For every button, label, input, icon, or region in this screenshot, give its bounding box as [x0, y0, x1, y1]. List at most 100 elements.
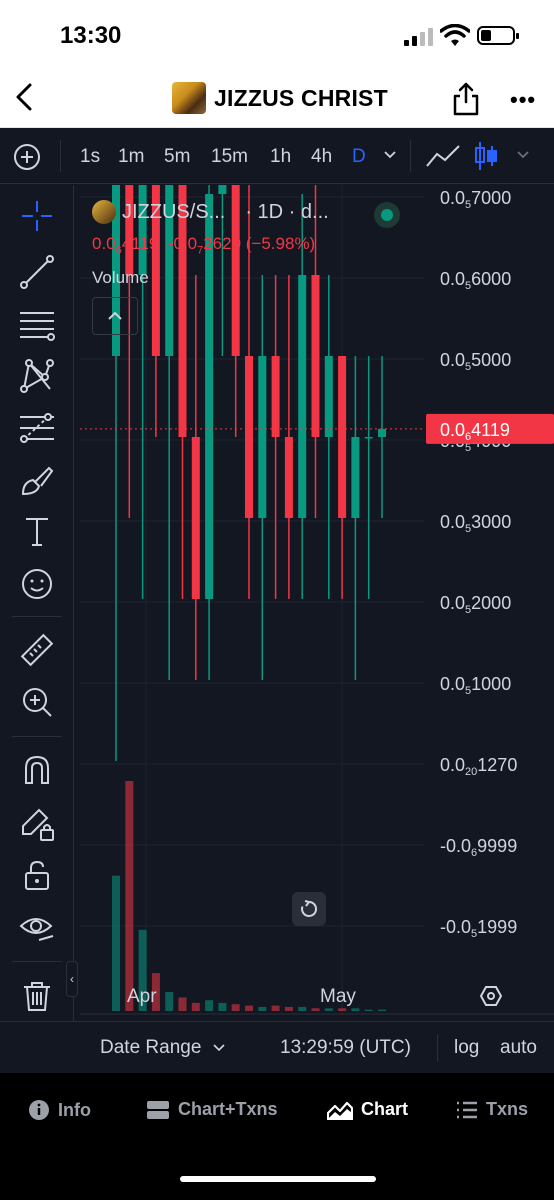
tab-chart[interactable]: Chart — [327, 1099, 408, 1120]
candle-body — [298, 275, 307, 518]
more-options-icon[interactable]: ••• — [510, 89, 536, 111]
reset-icon — [301, 900, 318, 917]
y-axis-label: 0.051000 — [440, 674, 511, 697]
legend-symbol[interactable]: JIZZUS/S... — [122, 201, 225, 224]
lock-drawings-tool[interactable] — [18, 805, 56, 843]
pencil-lock-icon — [22, 808, 54, 841]
candle-body — [324, 356, 333, 437]
bottom-separator — [437, 1034, 438, 1062]
y-axis-label: 0.056000 — [440, 269, 511, 292]
zoom-tool[interactable] — [18, 683, 56, 721]
chart-settings-icon[interactable] — [480, 985, 502, 1007]
brush-icon — [21, 466, 54, 496]
battery-icon — [477, 26, 519, 45]
toolbar-separator — [410, 140, 411, 172]
toolbar-separator — [12, 616, 62, 617]
pattern-icon — [20, 359, 54, 393]
text-icon — [26, 518, 48, 546]
reset-chart-button[interactable] — [292, 892, 326, 926]
trend-line-icon — [20, 255, 54, 289]
lock-tool[interactable] — [18, 857, 56, 895]
zoom-in-icon — [23, 688, 52, 717]
candle-body — [271, 356, 280, 437]
utc-clock[interactable]: 13:29:59 (UTC) — [280, 1037, 411, 1059]
volume-bar — [351, 1008, 360, 1011]
emoji-tool[interactable] — [18, 565, 56, 603]
interval-1s[interactable]: 1s — [80, 146, 100, 168]
ruler-tool[interactable] — [18, 631, 56, 669]
volume-bar — [284, 1006, 293, 1011]
volume-bar — [191, 1002, 200, 1011]
legend-price-change: 0.064119 -0.072620 (−5.98%) — [92, 234, 316, 257]
tab-info[interactable]: Info — [28, 1099, 91, 1121]
crosshair-tool[interactable] — [18, 197, 56, 235]
chart-bottom-bar: Date Range 13:29:59 (UTC) log auto — [0, 1021, 554, 1073]
interval-1m[interactable]: 1m — [118, 146, 144, 168]
volume-bar — [378, 1009, 386, 1011]
interval-1h[interactable]: 1h — [270, 146, 291, 168]
legend-collapse-button[interactable] — [92, 297, 138, 335]
split-view-icon — [147, 1100, 169, 1119]
wifi-icon — [440, 24, 470, 46]
share-icon[interactable] — [451, 82, 481, 116]
volume-bar — [245, 1005, 253, 1011]
tab-chart-txns[interactable]: Chart+Txns — [146, 1099, 278, 1120]
chevron-up-icon — [108, 311, 122, 320]
candles-chart-type-icon[interactable] — [474, 140, 498, 172]
text-tool[interactable] — [18, 513, 56, 551]
chevron-down-icon[interactable] — [516, 150, 530, 160]
trend-line-tool[interactable] — [18, 253, 56, 291]
back-arrow-icon[interactable] — [12, 82, 36, 112]
volume-bar — [205, 1000, 214, 1011]
tab-chart-label: Chart — [361, 1099, 409, 1119]
volume-bar — [165, 992, 174, 1011]
home-indicator — [180, 1176, 376, 1182]
delete-drawings-tool[interactable] — [18, 977, 56, 1015]
tab-chart-txns-label: Chart+Txns — [178, 1099, 278, 1119]
candle-body — [284, 437, 293, 518]
interval-d[interactable]: D — [352, 146, 366, 168]
status-time: 13:30 — [60, 22, 122, 49]
app-tab-bar: Info Chart+Txns Chart Txns — [0, 1073, 554, 1200]
hide-drawings-tool[interactable] — [18, 909, 56, 947]
magnet-tool[interactable] — [18, 751, 56, 789]
smiley-icon — [22, 569, 52, 599]
add-symbol-icon[interactable] — [13, 143, 41, 171]
ruler-icon — [20, 633, 54, 667]
area-chart-icon — [327, 1101, 353, 1120]
cellular-signal-icon — [404, 28, 434, 46]
auto-scale-toggle[interactable]: auto — [500, 1037, 537, 1059]
volume-bar — [258, 1006, 267, 1011]
tab-txns[interactable]: Txns — [456, 1099, 528, 1120]
volume-bar — [338, 1008, 347, 1011]
drawing-toolbar — [0, 185, 74, 1076]
date-range-dropdown[interactable]: Date Range — [100, 1037, 225, 1059]
info-icon — [29, 1100, 49, 1120]
volume-bar — [178, 997, 187, 1011]
volume-bar — [364, 1009, 373, 1011]
brush-tool[interactable] — [18, 461, 56, 499]
y-axis-label: 0.052000 — [440, 593, 511, 616]
tab-txns-label: Txns — [486, 1099, 529, 1119]
log-scale-toggle[interactable]: log — [454, 1037, 479, 1059]
interval-15m[interactable]: 15m — [211, 146, 248, 168]
fib-retracement-icon — [20, 413, 54, 443]
interval-5m[interactable]: 5m — [164, 146, 190, 168]
interval-4h[interactable]: 4h — [311, 146, 332, 168]
pattern-tool[interactable] — [18, 357, 56, 395]
candle-body — [138, 185, 147, 275]
chevron-down-icon[interactable] — [383, 150, 397, 160]
chart-top-toolbar: 1s 1m 5m 15m 1h 4h D — [0, 128, 554, 184]
horizontal-lines-tool[interactable] — [18, 305, 56, 343]
fib-tool[interactable] — [18, 409, 56, 447]
volume-bar — [271, 1005, 280, 1011]
volume-bar — [125, 781, 134, 1011]
price-chart[interactable]: 0.0570000.0560000.0550000.0540000.053000… — [80, 185, 554, 1015]
volume-bar — [324, 1008, 333, 1011]
line-chart-type-icon[interactable] — [425, 142, 461, 170]
market-status-dot[interactable] — [374, 202, 400, 228]
candle-body — [125, 185, 134, 275]
x-axis-label-apr: Apr — [127, 986, 157, 1007]
magnet-icon — [25, 755, 49, 784]
toolbar-collapse-handle[interactable]: ‹ — [66, 961, 78, 997]
